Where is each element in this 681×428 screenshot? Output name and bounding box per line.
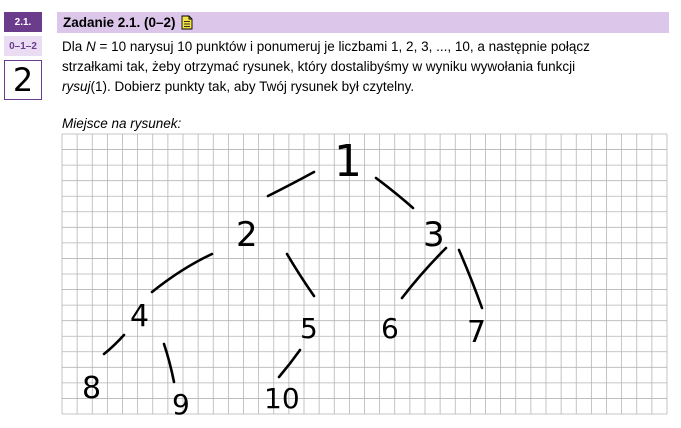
node-6: 6: [381, 312, 399, 345]
edge-5-10: [277, 348, 302, 379]
node-8: 8: [82, 371, 101, 406]
edge-4-9: [162, 342, 176, 384]
edge-1-2: [266, 170, 316, 198]
node-1: 1: [334, 136, 362, 187]
node-7: 7: [467, 315, 486, 350]
node-2: 2: [236, 215, 258, 255]
node-9: 9: [172, 388, 190, 421]
node-5: 5: [300, 312, 318, 345]
drawing-grid[interactable]: 1 2 3 4 5 6 7 8 9 10: [0, 0, 681, 428]
edge-3-6: [400, 246, 448, 300]
node-3: 3: [423, 215, 445, 255]
edge-2-4: [150, 252, 214, 294]
node-4: 4: [130, 299, 149, 334]
handwritten-nodes: 1 2 3 4 5 6 7 8 9 10: [82, 136, 486, 421]
node-10: 10: [264, 382, 300, 415]
